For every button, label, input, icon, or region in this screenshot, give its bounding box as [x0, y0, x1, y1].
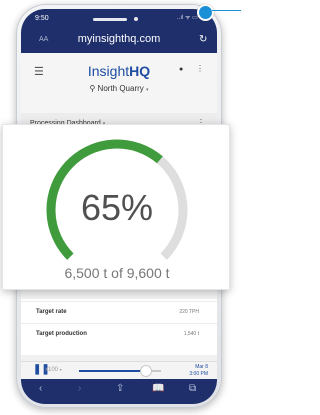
notification-icon[interactable]: ● [179, 66, 183, 73]
callout-line [212, 10, 241, 11]
status-time: 9:50 [35, 15, 49, 22]
metric-value: 220 TPH [179, 309, 199, 315]
speed-value: x100 [45, 367, 59, 373]
signal-icons: ..ıl ᯤ ▭ [177, 15, 198, 21]
metric-row: Target rate 220 TPH [21, 301, 217, 322]
playback-datetime: Mar 8 3:00 PM [189, 364, 208, 378]
playback-date: Mar 8 [195, 364, 208, 370]
reload-icon[interactable]: ↻ [199, 34, 207, 45]
back-icon[interactable]: ‹ [39, 383, 42, 394]
address-bar[interactable]: myinsighthq.com [21, 33, 217, 45]
location-selector[interactable]: ⚲ North Quarry ▾ [21, 84, 217, 93]
metrics-list: Target rate 220 TPH Target production 1,… [21, 299, 217, 355]
timeline-slider[interactable] [79, 365, 161, 377]
playback-bar: ❚❚ x100 ▾ Mar 8 3:00 PM [21, 361, 217, 380]
front-sensor [134, 17, 138, 21]
speaker-slot [93, 18, 127, 21]
metric-label: Target production [36, 331, 87, 337]
chevron-down-icon: ▾ [59, 367, 62, 372]
gauge-percent: 65% [80, 187, 154, 228]
metric-label: Target rate [36, 309, 67, 315]
forward-icon[interactable]: › [78, 383, 81, 394]
bookmarks-icon[interactable]: 📖 [152, 383, 164, 394]
location-pin-icon: ⚲ [89, 84, 96, 93]
metric-row: Target production 1,540 t [21, 323, 217, 344]
browser-top-bar: 9:50 ..ıl ᯤ ▭ AA myinsighthq.com ↻ [21, 9, 217, 53]
metric-value: 1,540 t [183, 331, 199, 337]
speed-selector[interactable]: x100 ▾ [45, 367, 62, 373]
more-options-icon[interactable]: ⋮ [196, 64, 204, 73]
callout-dot [197, 4, 214, 21]
timeline-handle[interactable] [140, 365, 153, 377]
browser-toolbar: ‹ › ⇪ 📖 ⧉ [21, 379, 217, 404]
brand-name: Insight [87, 63, 130, 79]
brand-suffix: HQ [129, 63, 151, 79]
share-icon[interactable]: ⇪ [116, 383, 124, 394]
location-name: North Quarry [97, 84, 144, 93]
chevron-down-icon: ▾ [146, 87, 149, 93]
playback-time: 3:00 PM [189, 371, 208, 377]
brand-logo[interactable]: InsightHQ [21, 63, 217, 79]
gauge-detail: 6,500 t of 9,600 t [64, 265, 170, 281]
tabs-icon[interactable]: ⧉ [189, 383, 196, 394]
timeline-progress [79, 370, 146, 372]
gauge-card: 65% 6,500 t of 9,600 t [2, 124, 230, 290]
app-header: ☰ InsightHQ ⚲ North Quarry ▾ ● ⋮ [21, 53, 217, 114]
